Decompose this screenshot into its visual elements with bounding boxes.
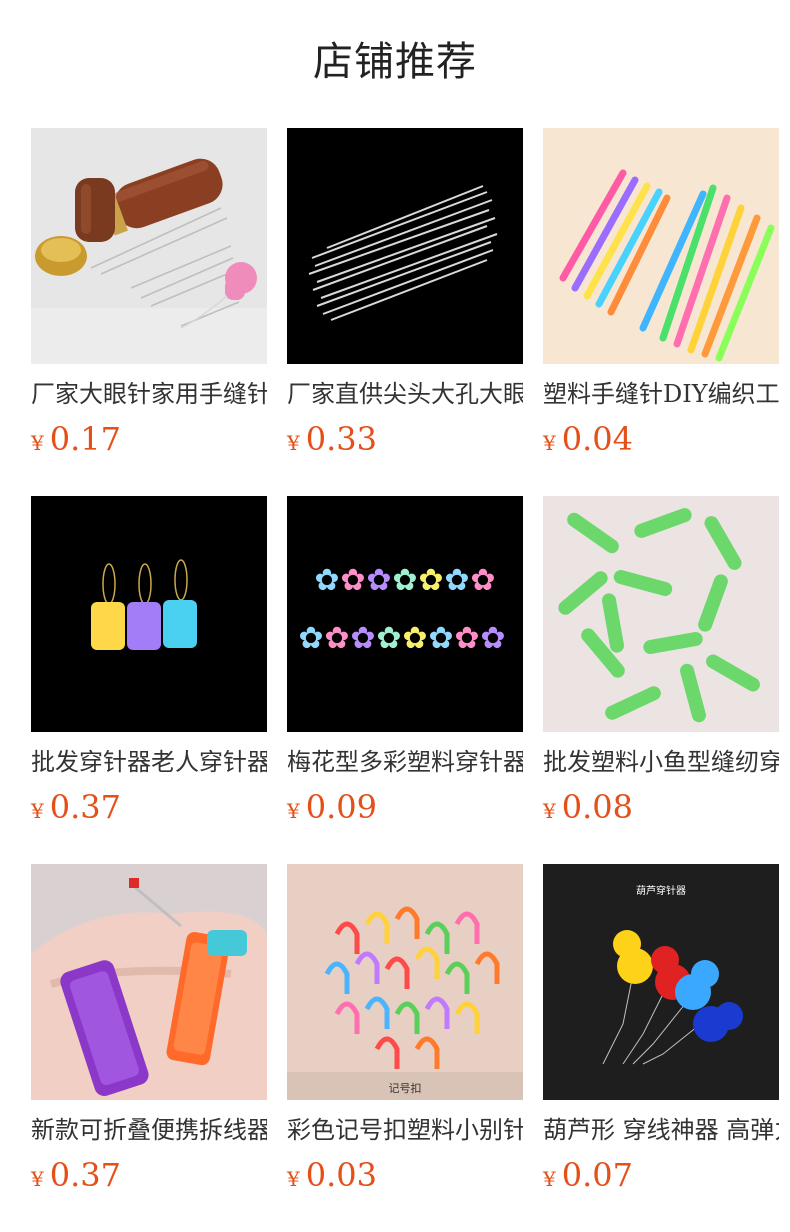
- currency-symbol: ¥: [287, 431, 300, 455]
- image-caption: 记号扣: [389, 1081, 422, 1095]
- price-value: 0.03: [305, 1156, 377, 1194]
- svg-text:✿: ✿: [418, 563, 443, 598]
- product-card[interactable]: 葫芦穿针器 葫芦形 穿线神器 高弹力 ¥0.07: [543, 864, 779, 1194]
- svg-text:✿: ✿: [314, 563, 339, 598]
- price-value: 0.04: [561, 420, 633, 458]
- svg-text:✿: ✿: [480, 621, 505, 656]
- currency-symbol: ¥: [31, 799, 44, 823]
- product-card[interactable]: 厂家直供尖头大孔大眼针 ¥0.33: [287, 128, 523, 458]
- product-card[interactable]: 塑料手缝针DIY编织工具 ¥0.04: [543, 128, 779, 458]
- svg-text:✿: ✿: [350, 621, 375, 656]
- currency-symbol: ¥: [287, 799, 300, 823]
- product-price: ¥0.03: [287, 1155, 377, 1195]
- svg-text:✿: ✿: [376, 621, 401, 656]
- price-value: 0.17: [49, 420, 121, 458]
- page-title: 店铺推荐: [313, 39, 477, 85]
- currency-symbol: ¥: [287, 1167, 300, 1191]
- product-price: ¥0.04: [543, 419, 633, 459]
- svg-text:✿: ✿: [444, 563, 469, 598]
- product-image[interactable]: [543, 128, 779, 364]
- price-value: 0.37: [49, 1156, 121, 1194]
- product-name[interactable]: 厂家直供尖头大孔大眼针: [287, 377, 523, 411]
- product-price: ¥0.09: [287, 787, 377, 827]
- svg-text:✿: ✿: [366, 563, 391, 598]
- product-image[interactable]: [31, 496, 267, 732]
- product-price: ¥0.07: [543, 1155, 633, 1195]
- product-name[interactable]: 新款可折叠便携拆线器: [31, 1113, 267, 1147]
- product-card[interactable]: 记号扣 彩色记号扣塑料小别针 ¥0.03: [287, 864, 523, 1194]
- price-value: 0.09: [305, 788, 377, 826]
- price-value: 0.37: [49, 788, 121, 826]
- product-name[interactable]: 葫芦形 穿线神器 高弹力: [543, 1113, 779, 1147]
- product-price: ¥0.08: [543, 787, 633, 827]
- product-image[interactable]: [31, 864, 267, 1100]
- svg-text:✿: ✿: [340, 563, 365, 598]
- product-card[interactable]: 新款可折叠便携拆线器 ¥0.37: [31, 864, 267, 1194]
- product-card[interactable]: ✿ ✿ ✿ ✿ ✿ ✿ ✿ ✿ ✿ ✿ ✿ ✿ ✿ ✿ ✿ 梅花型多彩塑料穿针器…: [287, 496, 523, 826]
- svg-text:✿: ✿: [428, 621, 453, 656]
- svg-text:✿: ✿: [454, 621, 479, 656]
- product-image[interactable]: 葫芦穿针器: [543, 864, 779, 1100]
- product-price: ¥0.37: [31, 1155, 121, 1195]
- product-price: ¥0.17: [31, 419, 121, 459]
- svg-text:✿: ✿: [298, 621, 323, 656]
- product-card[interactable]: 批发穿针器老人穿针器 ¥0.37: [31, 496, 267, 826]
- image-caption: 葫芦穿针器: [636, 884, 686, 897]
- currency-symbol: ¥: [543, 1167, 556, 1191]
- product-image[interactable]: [31, 128, 267, 364]
- currency-symbol: ¥: [31, 1167, 44, 1191]
- currency-symbol: ¥: [543, 431, 556, 455]
- price-value: 0.07: [561, 1156, 633, 1194]
- product-image[interactable]: ✿ ✿ ✿ ✿ ✿ ✿ ✿ ✿ ✿ ✿ ✿ ✿ ✿ ✿ ✿: [287, 496, 523, 732]
- product-card[interactable]: 厂家大眼针家用手缝针 ¥0.17: [31, 128, 267, 458]
- product-name[interactable]: 彩色记号扣塑料小别针: [287, 1113, 523, 1147]
- svg-text:✿: ✿: [392, 563, 417, 598]
- product-price: ¥0.37: [31, 787, 121, 827]
- product-price: ¥0.33: [287, 419, 377, 459]
- product-image[interactable]: [543, 496, 779, 732]
- price-value: 0.33: [305, 420, 377, 458]
- product-name[interactable]: 批发穿针器老人穿针器: [31, 745, 267, 779]
- currency-symbol: ¥: [31, 431, 44, 455]
- product-name[interactable]: 梅花型多彩塑料穿针器: [287, 745, 523, 779]
- svg-text:✿: ✿: [470, 563, 495, 598]
- product-card[interactable]: 批发塑料小鱼型缝纫穿针 ¥0.08: [543, 496, 779, 826]
- price-value: 0.08: [561, 788, 633, 826]
- product-name[interactable]: 厂家大眼针家用手缝针: [31, 377, 267, 411]
- product-name[interactable]: 批发塑料小鱼型缝纫穿针: [543, 745, 779, 779]
- svg-text:✿: ✿: [402, 621, 427, 656]
- svg-text:✿: ✿: [324, 621, 349, 656]
- product-image[interactable]: 记号扣: [287, 864, 523, 1100]
- product-name[interactable]: 塑料手缝针DIY编织工具: [543, 377, 779, 411]
- currency-symbol: ¥: [543, 799, 556, 823]
- product-image[interactable]: [287, 128, 523, 364]
